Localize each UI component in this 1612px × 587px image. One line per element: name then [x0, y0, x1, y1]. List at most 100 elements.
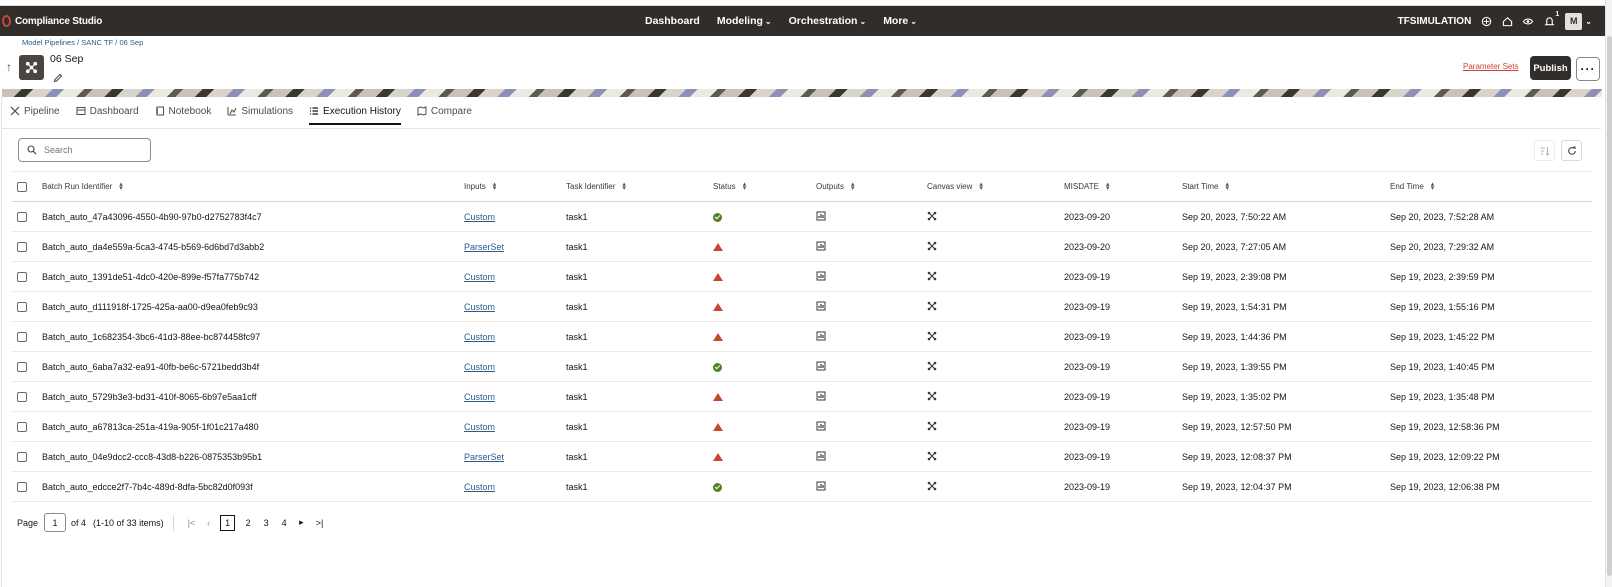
canvas-view-icon[interactable]	[927, 211, 937, 221]
breadcrumb-item-model-pipelines[interactable]: Model Pipelines	[22, 38, 75, 47]
tab-execution-history[interactable]: Execution History	[309, 99, 401, 125]
table-row[interactable]: Batch_auto_edcce2f7-7b4c-489d-8dfa-5bc82…	[12, 472, 1592, 502]
canvas-view-icon[interactable]	[927, 241, 937, 251]
arrow-up-icon[interactable]: ↑	[6, 60, 12, 74]
page-button-2[interactable]: 2	[243, 518, 253, 528]
parameter-sets-link[interactable]: Parameter Sets	[1463, 62, 1519, 71]
row-checkbox[interactable]	[17, 391, 27, 402]
canvas-view-icon[interactable]	[927, 271, 937, 281]
last-page-icon[interactable]: >|	[316, 518, 324, 528]
row-checkbox[interactable]	[17, 241, 27, 252]
sort-icon[interactable]: ▴ ▾	[851, 181, 855, 192]
scrollbar-thumb[interactable]	[1607, 36, 1612, 576]
outputs-report-icon[interactable]	[816, 301, 826, 311]
sort-icon[interactable]: ▴ ▾	[1106, 181, 1110, 192]
nav-modeling[interactable]: Modeling ⌄	[717, 15, 772, 27]
column-header[interactable]: MISDATE ▴ ▾	[1064, 172, 1182, 202]
watchlist-icon[interactable]	[1522, 15, 1534, 27]
outputs-report-icon[interactable]	[816, 421, 826, 431]
sort-icon[interactable]: ▴ ▾	[979, 181, 983, 192]
page-button-3[interactable]: 3	[261, 518, 271, 528]
table-row[interactable]: Batch_auto_1c682354-3bc6-41d3-88ee-bc874…	[12, 322, 1592, 352]
sort-icon[interactable]: ▴ ▾	[622, 181, 626, 192]
publish-button[interactable]: Publish	[1530, 56, 1571, 80]
canvas-view-icon[interactable]	[927, 421, 937, 431]
avatar[interactable]: M	[1565, 12, 1583, 30]
inputs-link[interactable]: Custom	[464, 302, 495, 312]
canvas-view-icon[interactable]	[927, 451, 937, 461]
column-header[interactable]: Canvas view ▴ ▾	[927, 172, 1064, 202]
column-header[interactable]: Start Time ▴ ▾	[1182, 172, 1390, 202]
column-header[interactable]: Inputs ▴ ▾	[464, 172, 566, 202]
table-row[interactable]: Batch_auto_a67813ca-251a-419a-905f-1f01c…	[12, 412, 1592, 442]
table-row[interactable]: Batch_auto_6aba7a32-ea91-40fb-be6c-5721b…	[12, 352, 1592, 382]
page-scrollbar[interactable]	[1605, 0, 1612, 587]
chevron-down-icon[interactable]: ⌄	[1585, 17, 1592, 26]
canvas-view-icon[interactable]	[927, 331, 937, 341]
warning-triangle-icon[interactable]	[713, 273, 723, 282]
success-check-icon[interactable]	[713, 482, 722, 492]
table-row[interactable]: Batch_auto_d111918f-1725-425a-aa00-d9ea0…	[12, 292, 1592, 322]
outputs-report-icon[interactable]	[816, 211, 826, 221]
tab-pipeline[interactable]: Pipeline	[10, 99, 60, 123]
warning-triangle-icon[interactable]	[713, 423, 723, 432]
row-checkbox[interactable]	[17, 451, 27, 462]
canvas-view-icon[interactable]	[927, 301, 937, 311]
column-header[interactable]: Status ▴ ▾	[713, 172, 816, 202]
more-actions-button[interactable]: ···	[1576, 57, 1600, 81]
warning-triangle-icon[interactable]	[713, 393, 723, 402]
search-input[interactable]	[44, 145, 139, 155]
table-row[interactable]: Batch_auto_47a43096-4550-4b90-97b0-d2752…	[12, 202, 1592, 232]
sort-icon[interactable]: ▴ ▾	[1225, 181, 1229, 192]
canvas-view-icon[interactable]	[927, 391, 937, 401]
outputs-report-icon[interactable]	[816, 481, 826, 491]
outputs-report-icon[interactable]	[816, 241, 826, 251]
column-header[interactable]: End Time ▴ ▾	[1390, 172, 1592, 202]
refresh-button[interactable]	[1561, 140, 1582, 161]
outputs-report-icon[interactable]	[816, 361, 826, 371]
page-number-input[interactable]: 1	[44, 513, 67, 532]
select-all-checkbox[interactable]	[17, 181, 27, 192]
row-checkbox[interactable]	[17, 271, 27, 282]
inputs-link[interactable]: Custom	[464, 422, 495, 432]
pencil-icon[interactable]	[53, 70, 63, 88]
row-checkbox[interactable]	[17, 361, 27, 372]
inputs-link[interactable]: Custom	[464, 332, 495, 342]
nav-orchestration[interactable]: Orchestration ⌄	[789, 15, 867, 27]
inputs-link[interactable]: Custom	[464, 212, 495, 222]
breadcrumb-item-sanc-tf[interactable]: SANC TF	[81, 38, 113, 47]
sort-icon[interactable]: ▴ ▾	[743, 181, 747, 192]
warning-triangle-icon[interactable]	[713, 303, 723, 312]
tab-dashboard[interactable]: Dashboard	[76, 99, 139, 123]
home-icon[interactable]	[1501, 15, 1513, 27]
outputs-report-icon[interactable]	[816, 331, 826, 341]
column-header[interactable]: Outputs ▴ ▾	[816, 172, 927, 202]
table-row[interactable]: Batch_auto_1391de51-4dc0-420e-899e-f57fa…	[12, 262, 1592, 292]
warning-triangle-icon[interactable]	[713, 333, 723, 342]
outputs-report-icon[interactable]	[816, 271, 826, 281]
row-checkbox[interactable]	[17, 421, 27, 432]
inputs-link[interactable]: Custom	[464, 392, 495, 402]
column-header[interactable]: Task Identifier ▴ ▾	[566, 172, 713, 202]
outputs-report-icon[interactable]	[816, 391, 826, 401]
warning-triangle-icon[interactable]	[713, 453, 723, 462]
filter-sort-button[interactable]	[1534, 140, 1555, 161]
inputs-link[interactable]: Custom	[464, 482, 495, 492]
row-checkbox[interactable]	[17, 301, 27, 312]
inputs-link[interactable]: Custom	[464, 272, 495, 282]
breadcrumb-item-current[interactable]: 06 Sep	[119, 38, 143, 47]
tab-notebook[interactable]: Notebook	[155, 99, 211, 123]
previous-page-icon[interactable]: ‹	[207, 518, 210, 528]
tab-compare[interactable]: Compare	[417, 99, 472, 123]
nav-dashboard[interactable]: Dashboard	[645, 15, 700, 27]
user-workspace-label[interactable]: TFSIMULATION	[1398, 16, 1472, 27]
search-box[interactable]	[18, 138, 151, 162]
next-page-icon[interactable]: ▸	[299, 517, 304, 528]
outputs-report-icon[interactable]	[816, 451, 826, 461]
first-page-icon[interactable]: |<	[188, 518, 196, 528]
sort-icon[interactable]: ▴ ▾	[119, 181, 123, 192]
inputs-link[interactable]: ParserSet	[464, 452, 504, 462]
warning-triangle-icon[interactable]	[713, 243, 723, 252]
notification-bell-icon[interactable]: 1	[1543, 11, 1559, 27]
nav-more[interactable]: More ⌄	[883, 15, 917, 27]
